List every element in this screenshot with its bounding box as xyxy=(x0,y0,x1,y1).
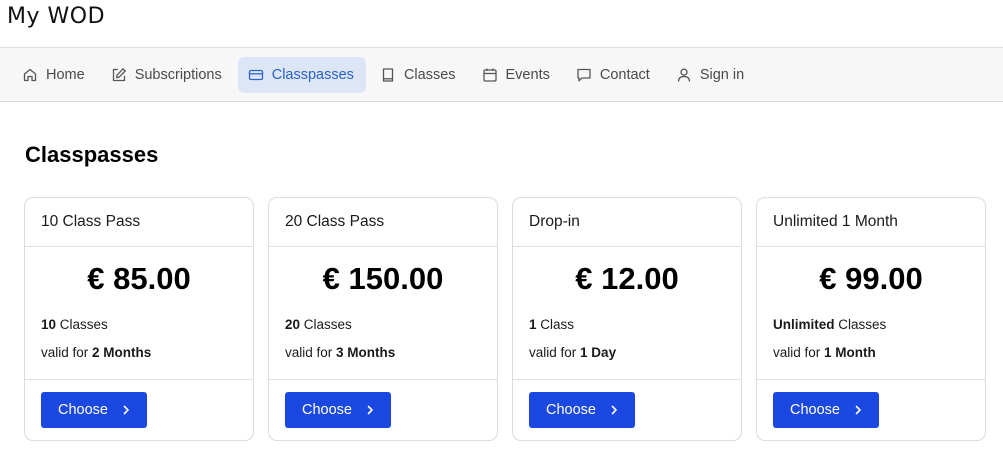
choose-button[interactable]: Choose xyxy=(773,392,879,428)
nav-item-label: Home xyxy=(46,66,85,83)
validity-prefix: valid for xyxy=(41,345,89,360)
classpass-card: 20 Class Pass € 150.00 20 Classes valid … xyxy=(268,197,498,441)
edit-icon xyxy=(112,67,126,81)
credit-card-icon xyxy=(248,69,263,80)
price: € 12.00 xyxy=(575,261,679,296)
classes-unit: Classes xyxy=(59,317,108,332)
card-body: € 150.00 20 Classes valid for 3 Months xyxy=(269,247,497,380)
classes-count: 10 Classes xyxy=(41,317,108,332)
card-title: Drop-in xyxy=(513,198,741,247)
card-title: 10 Class Pass xyxy=(25,198,253,247)
brand-bar: My WOD xyxy=(0,0,1003,48)
choose-label: Choose xyxy=(58,402,108,418)
card-body: € 12.00 1 Class valid for 1 Day xyxy=(513,247,741,380)
validity: valid for 3 Months xyxy=(285,345,395,360)
validity-value: 3 Months xyxy=(336,345,396,360)
validity-prefix: valid for xyxy=(773,345,821,360)
nav-item-label: Classes xyxy=(403,66,456,83)
classpass-card: Unlimited 1 Month € 99.00 Unlimited Clas… xyxy=(756,197,986,441)
price: € 150.00 xyxy=(322,261,444,296)
classes-count: 20 Classes xyxy=(285,317,352,332)
card-title: Unlimited 1 Month xyxy=(757,198,985,247)
classes-value: 10 xyxy=(41,317,57,332)
chevron-right-icon xyxy=(855,405,861,415)
nav-item-label: Classpasses xyxy=(271,66,354,83)
nav-item-classpasses[interactable]: Classpasses xyxy=(237,56,366,93)
classes-value: 1 xyxy=(529,317,537,332)
page-title: Classpasses xyxy=(25,142,159,167)
validity-value: 1 Month xyxy=(824,345,876,360)
choose-button[interactable]: Choose xyxy=(41,392,147,428)
classes-count: 1 Class xyxy=(529,317,574,332)
validity-value: 2 Months xyxy=(92,345,152,360)
price: € 99.00 xyxy=(819,261,923,296)
classes-unit: Classes xyxy=(838,317,887,332)
classes-value: Unlimited xyxy=(773,317,835,332)
classes-count: Unlimited Classes xyxy=(773,317,886,332)
app-title[interactable]: My WOD xyxy=(7,4,105,29)
validity: valid for 2 Months xyxy=(41,345,151,360)
nav-item-label: Subscriptions xyxy=(134,66,222,83)
chevron-right-icon xyxy=(367,405,373,415)
choose-label: Choose xyxy=(790,402,840,418)
book-icon xyxy=(382,67,394,82)
validity: valid for 1 Month xyxy=(773,345,876,360)
card-title: 20 Class Pass xyxy=(269,198,497,247)
price: € 85.00 xyxy=(87,261,191,296)
validity: valid for 1 Day xyxy=(529,345,616,360)
nav-item-subscriptions[interactable]: Subscriptions xyxy=(101,57,234,93)
classpass-card: 10 Class Pass € 85.00 10 Classes valid f… xyxy=(24,197,254,441)
calendar-icon xyxy=(482,68,497,82)
nav-item-label: Events xyxy=(505,66,550,83)
user-icon xyxy=(677,68,690,82)
nav-item-classes[interactable]: Classes xyxy=(370,57,468,93)
classes-unit: Class xyxy=(540,317,575,332)
nav-item-contact[interactable]: Contact xyxy=(566,57,662,93)
choose-label: Choose xyxy=(546,402,596,418)
validity-prefix: valid for xyxy=(285,345,333,360)
card-body: € 85.00 10 Classes valid for 2 Months xyxy=(25,247,253,380)
choose-label: Choose xyxy=(302,402,352,418)
validity-value: 1 Day xyxy=(580,345,617,360)
classpass-list: 10 Class Pass € 85.00 10 Classes valid f… xyxy=(24,197,1000,441)
nav-item-sign-in[interactable]: Sign in xyxy=(666,57,756,93)
validity-prefix: valid for xyxy=(529,345,577,360)
main-nav: Home Subscriptions Classpasses Classes E… xyxy=(0,48,1003,102)
card-body: € 99.00 Unlimited Classes valid for 1 Mo… xyxy=(757,247,985,380)
nav-item-events[interactable]: Events xyxy=(472,57,562,93)
message-icon xyxy=(577,68,591,81)
chevron-right-icon xyxy=(611,405,617,415)
choose-button[interactable]: Choose xyxy=(285,392,391,428)
nav-item-label: Contact xyxy=(599,66,650,83)
nav-item-home[interactable]: Home xyxy=(12,57,97,93)
home-icon xyxy=(23,68,37,81)
classes-unit: Classes xyxy=(303,317,352,332)
choose-button[interactable]: Choose xyxy=(529,392,635,428)
classes-value: 20 xyxy=(285,317,301,332)
nav-item-label: Sign in xyxy=(699,66,745,83)
chevron-right-icon xyxy=(123,405,129,415)
classpass-card: Drop-in € 12.00 1 Class valid for 1 Day … xyxy=(512,197,742,441)
